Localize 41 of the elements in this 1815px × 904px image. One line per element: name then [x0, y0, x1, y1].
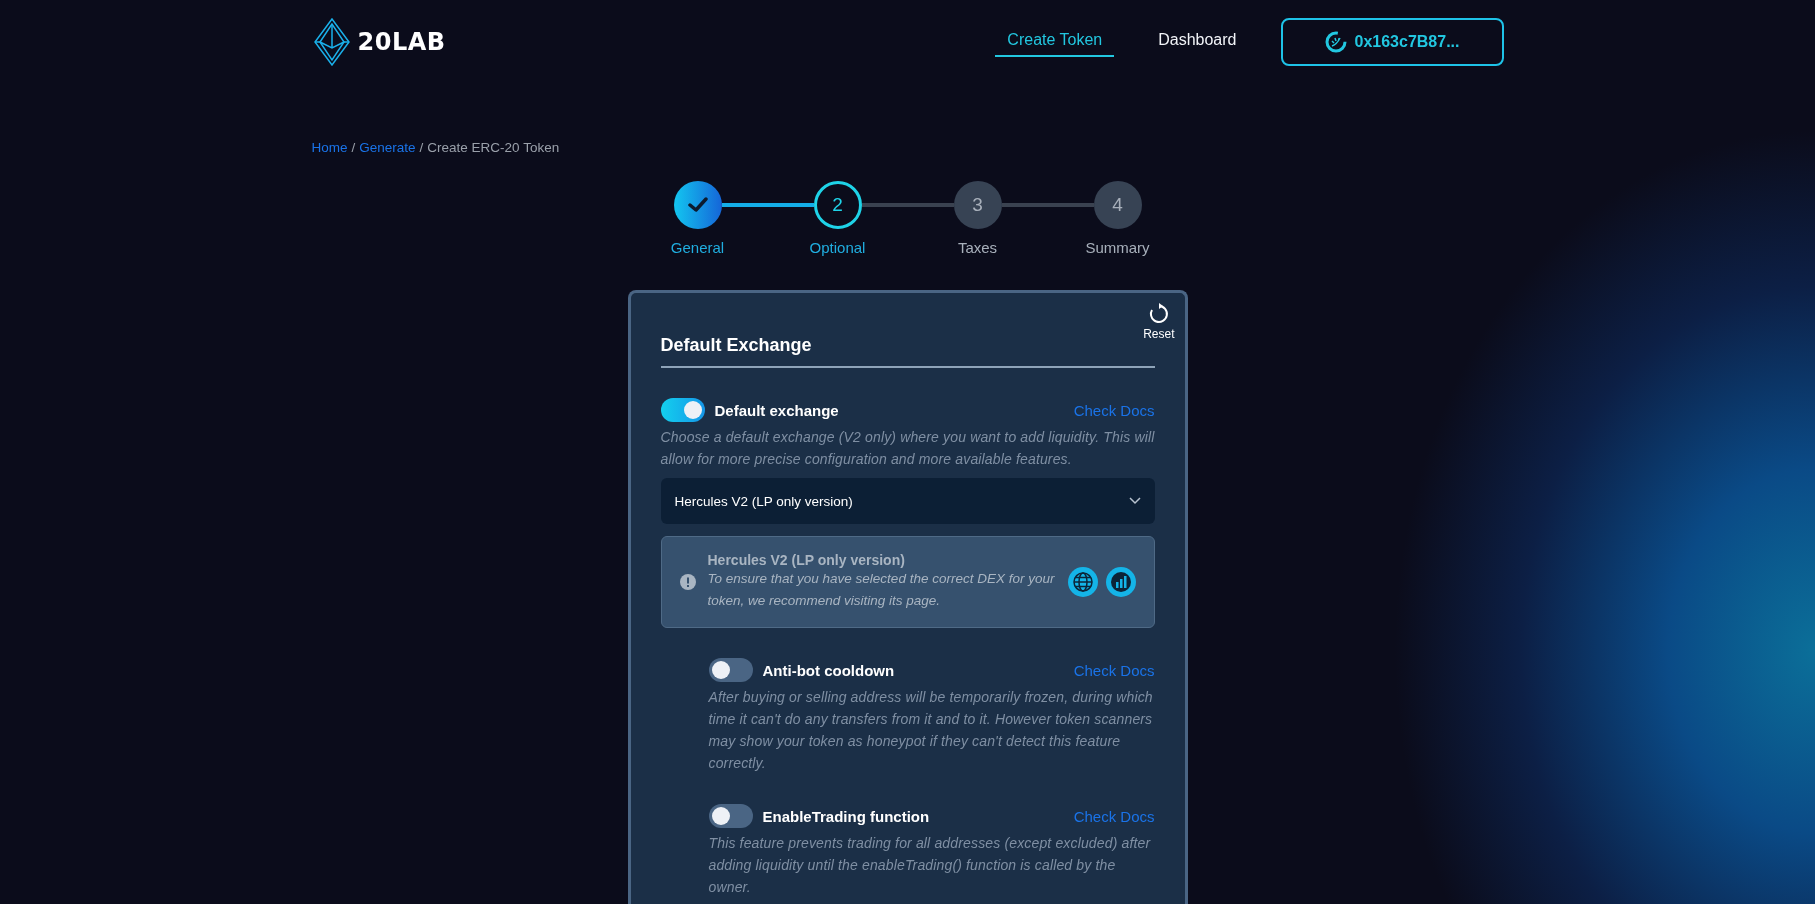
- step-circle[interactable]: 4: [1093, 181, 1142, 229]
- nav-link[interactable]: Dashboard: [1146, 27, 1249, 57]
- wallet-button[interactable]: 0x163c7B87...: [1280, 18, 1504, 66]
- toggle-switch[interactable]: [660, 398, 705, 422]
- option-description: This feature prevents trading for all addresses (except excluded) after adding liquidity until the enableTrading() function is called by the owner.: [708, 834, 1152, 897]
- toggle-switch[interactable]: [708, 658, 753, 682]
- step-label: Summary: [1085, 239, 1150, 256]
- docs-link[interactable]: Check Docs: [1073, 401, 1155, 419]
- info-text: To ensure that you have selected the correct DEX for your token, we recommend visiting its page.: [707, 570, 1056, 610]
- reset-button[interactable]: Reset: [1143, 303, 1175, 341]
- breadcrumb-link[interactable]: Home: [311, 140, 348, 155]
- step-label: General: [670, 239, 725, 256]
- check-icon: [687, 197, 708, 213]
- option-label: Default exchange: [714, 401, 839, 419]
- option-label: Anti-bot cooldown: [762, 661, 895, 679]
- chart-icon[interactable]: [1105, 567, 1136, 597]
- breadcrumb-link[interactable]: Generate: [359, 140, 416, 155]
- step-circle[interactable]: [673, 181, 722, 229]
- globe-icon[interactable]: [1067, 567, 1098, 597]
- step-circle[interactable]: 3: [953, 181, 1002, 229]
- exchange-select[interactable]: Hercules V2 (LP only version): [660, 478, 1155, 524]
- info-title: Hercules V2 (LP only version): [707, 552, 906, 568]
- avatar-icon: [1324, 31, 1347, 53]
- docs-link[interactable]: Check Docs: [1073, 807, 1155, 825]
- chevron-down-icon: [1128, 497, 1141, 505]
- breadcrumb-current: Create ERC-20 Token: [427, 140, 560, 155]
- step-label: Optional: [809, 239, 866, 256]
- step-label: Taxes: [957, 239, 998, 256]
- option-label: EnableTrading function: [762, 807, 930, 825]
- breadcrumb-separator: /: [419, 140, 424, 155]
- toggle-switch[interactable]: [708, 804, 753, 828]
- alert-icon: [679, 574, 696, 590]
- option-description: After buying or selling address will be temporarily frozen, during which time it can't do any transfers from it and to it. However token scanners may show your token as honeypot if they can't detect this feature correctly.: [708, 688, 1154, 773]
- option-description: Choose a default exchange (V2 only) where you want to add liquidity. This will allow for more precise configuration and more available features.: [660, 428, 1155, 469]
- logo-text: 20LAB: [357, 28, 446, 56]
- docs-link[interactable]: Check Docs: [1073, 661, 1155, 679]
- nav-link[interactable]: Create Token: [995, 27, 1115, 57]
- diamond-logo-icon: [311, 18, 352, 66]
- breadcrumb-separator: /: [351, 140, 356, 155]
- step-circle[interactable]: 2: [813, 181, 862, 229]
- reset-icon: [1147, 303, 1170, 325]
